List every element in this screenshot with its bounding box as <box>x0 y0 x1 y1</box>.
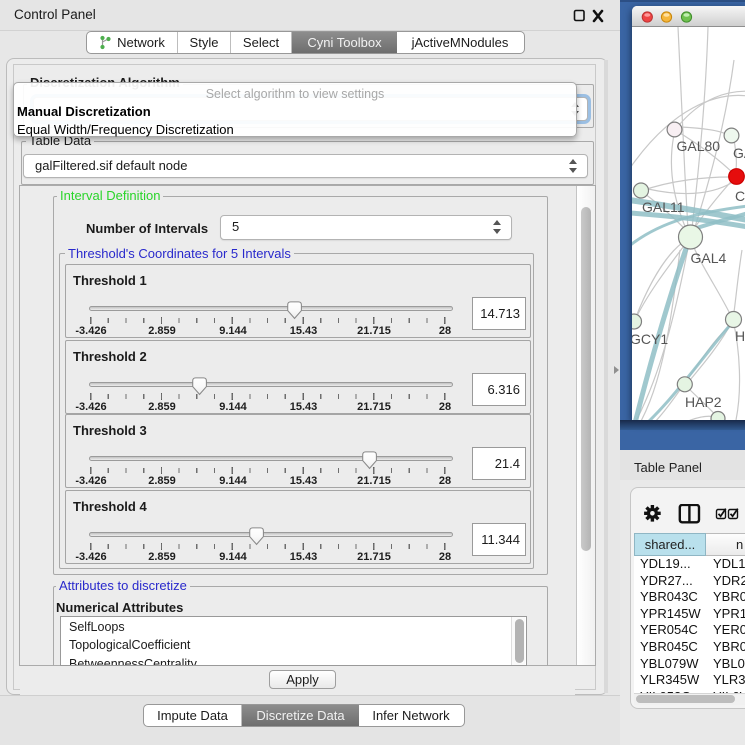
svg-text:HA: HA <box>735 328 745 344</box>
svg-text:GCY1: GCY1 <box>632 331 668 347</box>
svg-text:GAL4: GAL4 <box>691 250 727 266</box>
svg-text:GAL80: GAL80 <box>677 138 721 154</box>
svg-text:GA: GA <box>733 145 745 161</box>
svg-text:HAP2: HAP2 <box>685 394 722 410</box>
svg-text:GAL11: GAL11 <box>642 199 685 215</box>
svg-text:CY: CY <box>735 188 745 204</box>
